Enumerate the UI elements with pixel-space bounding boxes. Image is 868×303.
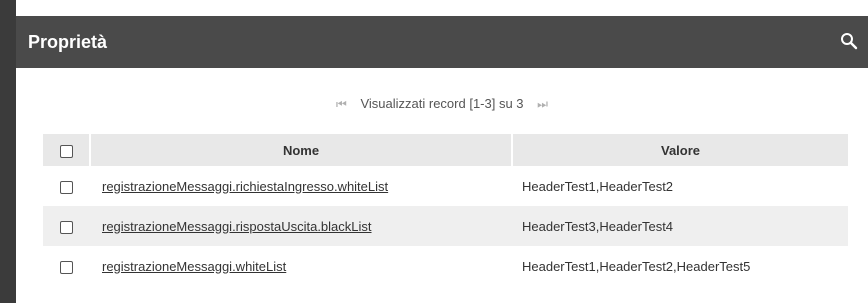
- property-name-link[interactable]: registrazioneMessaggi.richiestaIngresso.…: [102, 179, 388, 194]
- page-title: Proprietà: [28, 32, 108, 52]
- property-value: HeaderTest3,HeaderTest4: [512, 206, 848, 246]
- column-header-name[interactable]: Nome: [90, 134, 513, 166]
- table-row: registrazioneMessaggi.whiteList HeaderTe…: [43, 246, 848, 286]
- pagination: ⏮ Visualizzati record [1-3] su 3 ⏭: [16, 94, 868, 114]
- property-name-link[interactable]: registrazioneMessaggi.rispostaUscita.bla…: [102, 219, 372, 234]
- table-row: registrazioneMessaggi.richiestaIngresso.…: [43, 166, 848, 206]
- property-value: HeaderTest1,HeaderTest2: [522, 178, 674, 194]
- select-all-checkbox[interactable]: [59, 144, 73, 158]
- property-name-link[interactable]: registrazioneMessaggi.whiteList: [102, 259, 286, 274]
- last-page-icon[interactable]: ⏭: [537, 94, 548, 114]
- row-checkbox[interactable]: [60, 260, 73, 274]
- properties-table: Nome Valore registrazioneMessaggi.richie…: [43, 134, 848, 286]
- table-header-row: Nome Valore: [43, 134, 848, 166]
- pagination-label: Visualizzati record [1-3] su 3: [360, 96, 524, 111]
- select-all-cell: [43, 134, 91, 166]
- search-icon[interactable]: [840, 32, 858, 50]
- column-header-value[interactable]: Valore: [512, 134, 848, 166]
- property-value: HeaderTest1,HeaderTest2,HeaderTest5: [522, 258, 751, 274]
- properties-panel: Proprietà ⏮ Visualizzati record [1-3] su…: [16, 0, 868, 303]
- panel-header: Proprietà: [16, 16, 868, 68]
- row-checkbox[interactable]: [60, 180, 73, 194]
- table-row: registrazioneMessaggi.rispostaUscita.bla…: [43, 206, 848, 246]
- first-page-icon[interactable]: ⏮: [336, 94, 347, 114]
- row-checkbox[interactable]: [60, 220, 73, 234]
